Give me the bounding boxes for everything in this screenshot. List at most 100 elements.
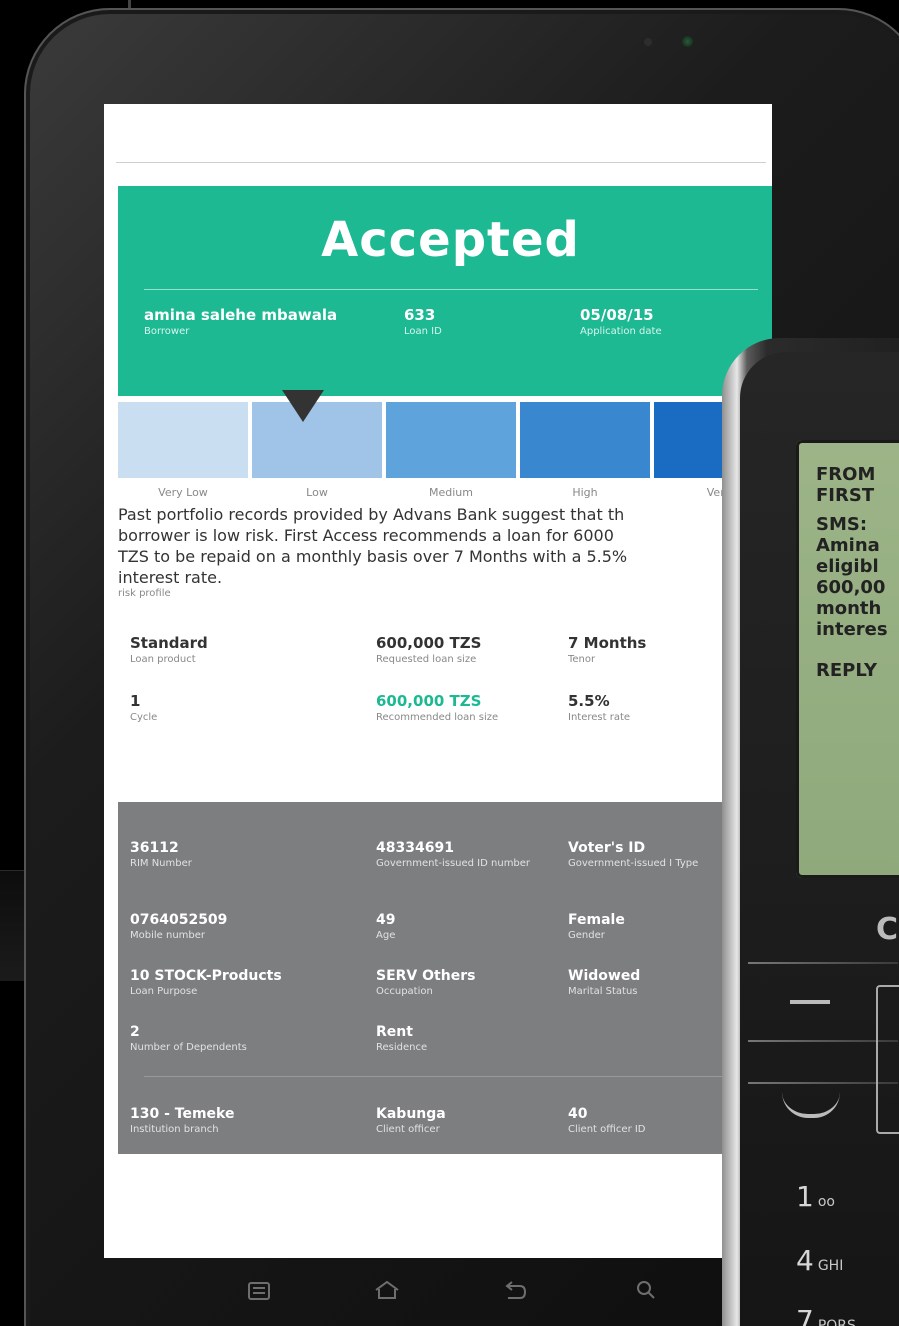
summary-line: Past portfolio records provided by Advan… — [118, 505, 625, 524]
header-divider — [144, 289, 758, 290]
sms-body-line: Amina — [816, 535, 880, 556]
institution-branch-value: 130 - Temeke — [130, 1106, 235, 1122]
sms-body-line: eligibl — [816, 556, 879, 577]
gov-id-type-field: Voter's ID Government-issued I Type — [568, 840, 708, 870]
application-date-label: Application date — [580, 326, 662, 337]
residence-value: Rent — [376, 1024, 413, 1040]
loan-product-value: Standard — [130, 634, 208, 652]
borrower-name: amina salehe mbawala — [144, 306, 338, 324]
photo-scene: Accepted amina salehe mbawala Borrower 6… — [0, 0, 899, 1326]
cycle-value: 1 — [130, 692, 141, 710]
residence-label: Residence — [376, 1042, 428, 1053]
key-letters: GHI — [817, 1258, 844, 1274]
borrower-details: 36112 RIM Number 48334691 Government-iss… — [118, 802, 772, 1154]
summary-line: TZS to be repaid on a monthly basis over… — [118, 547, 628, 566]
gov-id-type-label: Government-issued I Type — [568, 858, 699, 869]
gov-id-value: 48334691 — [376, 840, 454, 856]
occupation-field: SERV Others Occupation — [376, 968, 576, 998]
age-value: 49 — [376, 912, 396, 928]
phone-sms-screen: FROM FIRST SMS: Amina eligibl 600,00 mont… — [796, 440, 899, 878]
summary-line: interest rate. — [118, 568, 223, 587]
loan-purpose-value: 10 STOCK-Products — [130, 968, 282, 984]
application-date-value: 05/08/15 — [580, 306, 654, 324]
requested-size-label: Requested loan size — [376, 654, 477, 665]
home-icon[interactable] — [374, 1278, 400, 1306]
mobile-number-field: 0764052509 Mobile number — [130, 912, 330, 942]
key-letters: PQRS — [817, 1318, 856, 1326]
cycle-field: 1 Cycle — [130, 692, 330, 724]
sms-body-line: interes — [816, 619, 888, 640]
risk-bar-very-low — [118, 402, 248, 478]
phone-brand-logo: C — [876, 912, 899, 947]
risk-scale — [118, 402, 772, 478]
key-digit: 1 — [796, 1180, 814, 1213]
sms-from-name: FIRST — [816, 485, 875, 506]
risk-label-medium: Medium — [429, 486, 473, 499]
dependents-value: 2 — [130, 1024, 140, 1040]
sms-body-line: month — [816, 598, 882, 619]
gov-id-label: Government-issued ID number — [376, 858, 531, 869]
borrower-field: amina salehe mbawala Borrower — [144, 306, 337, 337]
top-divider — [116, 162, 766, 163]
requested-size-value: 600,000 TZS — [376, 634, 482, 652]
risk-summary: Past portfolio records provided by Advan… — [118, 504, 772, 600]
recommended-size-value: 600,000 TZS — [376, 692, 482, 710]
rim-number-value: 36112 — [130, 840, 179, 856]
client-officer-label: Client officer — [376, 1124, 440, 1135]
risk-bar-medium — [386, 402, 516, 478]
institution-branch-label: Institution branch — [130, 1124, 219, 1135]
risk-profile-label: risk profile — [118, 588, 171, 599]
key-1[interactable]: 1 ᴏᴏ — [796, 1180, 835, 1213]
loan-id-value: 633 — [404, 306, 436, 324]
key-digit: 7 — [796, 1304, 814, 1326]
age-field: 49 Age — [376, 912, 576, 942]
loan-id-field: 633 Loan ID — [404, 306, 442, 337]
residence-field: Rent Residence — [376, 1024, 576, 1054]
mobile-number-value: 0764052509 — [130, 912, 228, 928]
sms-from-label: FROM — [816, 464, 876, 485]
navigation-key[interactable] — [876, 985, 899, 1134]
rim-number-field: 36112 RIM Number — [130, 840, 330, 870]
menu-icon[interactable] — [248, 1278, 270, 1306]
decision-status: Accepted — [321, 212, 580, 268]
front-camera — [682, 36, 693, 47]
institution-branch-field: 130 - Temeke Institution branch — [130, 1106, 330, 1136]
risk-label-very-low: Very Low — [158, 486, 208, 499]
risk-label-low: Low — [306, 486, 328, 499]
key-digit: 4 — [796, 1244, 814, 1277]
cycle-label: Cycle — [130, 712, 158, 723]
risk-label-high: High — [572, 486, 598, 499]
key-7[interactable]: 7 PQRS — [796, 1304, 856, 1326]
key-letters: ᴏᴏ — [817, 1194, 835, 1210]
key-4[interactable]: 4 GHI — [796, 1244, 843, 1277]
search-icon[interactable] — [636, 1278, 656, 1306]
decision-header: Accepted amina salehe mbawala Borrower 6… — [118, 186, 772, 396]
occupation-value: SERV Others — [376, 968, 476, 984]
recommended-size-field: 600,000 TZS Recommended loan size — [376, 692, 576, 724]
key-separator — [748, 962, 898, 964]
sms-message: FROM FIRST SMS: Amina eligibl 600,00 mont… — [816, 464, 888, 681]
rim-number-label: RIM Number — [130, 858, 192, 869]
client-officer-field: Kabunga Client officer — [376, 1106, 576, 1136]
loan-purpose-label: Loan Purpose — [130, 986, 198, 997]
tablet-screen: Accepted amina salehe mbawala Borrower 6… — [104, 104, 772, 1258]
dependents-label: Number of Dependents — [130, 1042, 247, 1053]
android-nav-bar — [104, 1258, 784, 1326]
back-icon[interactable] — [504, 1278, 528, 1306]
borrower-label: Borrower — [144, 326, 190, 337]
age-label: Age — [376, 930, 396, 941]
loan-id-label: Loan ID — [404, 326, 442, 337]
summary-line: borrower is low risk. First Access recom… — [118, 526, 614, 545]
light-sensor — [644, 38, 652, 46]
left-softkey[interactable] — [790, 1000, 830, 1004]
loan-purpose-field: 10 STOCK-Products Loan Purpose — [130, 968, 330, 998]
dependents-field: 2 Number of Dependents — [130, 1024, 330, 1054]
client-officer-value: Kabunga — [376, 1106, 446, 1122]
loan-product-label: Loan product — [130, 654, 196, 665]
risk-bar-high — [520, 402, 650, 478]
sms-label: SMS: — [816, 514, 868, 535]
application-date-field: 05/08/15 Application date — [580, 306, 662, 337]
recommended-size-label: Recommended loan size — [376, 712, 499, 723]
requested-size-field: 600,000 TZS Requested loan size — [376, 634, 576, 666]
gov-id-field: 48334691 Government-issued ID number — [376, 840, 536, 870]
